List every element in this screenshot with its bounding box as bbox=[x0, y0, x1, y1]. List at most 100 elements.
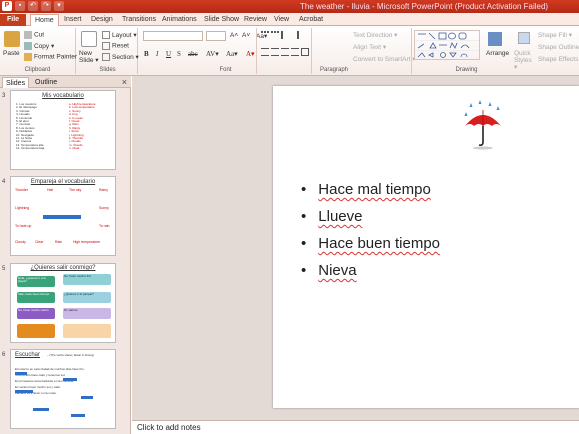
change-case-button[interactable]: Aa▾ bbox=[226, 50, 238, 58]
new-slide-icon[interactable] bbox=[81, 31, 97, 47]
underline-button[interactable]: U bbox=[166, 50, 171, 58]
word: Cloudy bbox=[15, 240, 26, 244]
font-color-button[interactable]: A▾ bbox=[246, 50, 255, 58]
word: The sky bbox=[69, 188, 82, 192]
strikethrough-button[interactable]: abc bbox=[188, 50, 198, 58]
paragraph-label: Paragraph bbox=[319, 67, 349, 73]
reset-button[interactable]: Reset bbox=[102, 42, 129, 50]
word: Clear bbox=[35, 240, 44, 244]
bold-button[interactable]: B bbox=[144, 50, 149, 58]
word: Rain bbox=[55, 240, 63, 244]
tab-slides[interactable]: Slides bbox=[2, 77, 30, 88]
clipboard-label: Clipboard bbox=[24, 67, 51, 73]
font-size-dropdown[interactable] bbox=[206, 31, 226, 41]
slides-label: Slides bbox=[99, 67, 116, 73]
arrange-icon[interactable] bbox=[488, 32, 504, 46]
slide-thumbnail-5[interactable]: ¿Quieres salir conmigo? Hola, ¿quieres i… bbox=[10, 263, 116, 343]
blank-box bbox=[81, 396, 93, 399]
tab-design[interactable]: Design bbox=[87, 14, 117, 26]
tab-insert[interactable]: Insert bbox=[60, 14, 86, 26]
answer-bar bbox=[43, 215, 81, 219]
arrange-shape-icon bbox=[488, 32, 502, 46]
shadow-button[interactable]: S bbox=[177, 50, 181, 58]
quick-styles-icon[interactable] bbox=[518, 32, 532, 44]
cut-label: Cut bbox=[34, 31, 45, 39]
shape-effects-button[interactable]: Shape Effects ▾ bbox=[538, 55, 579, 63]
notes-pane[interactable]: Click to add notes bbox=[132, 420, 579, 434]
shapes-icon bbox=[417, 32, 470, 58]
tab-review[interactable]: Review bbox=[240, 14, 271, 26]
section-icon bbox=[102, 53, 110, 62]
format-painter-button[interactable]: Format Painter bbox=[24, 53, 77, 61]
word: To heat up bbox=[15, 224, 32, 228]
paste-button[interactable]: Paste bbox=[3, 50, 20, 57]
undo-icon[interactable]: ↶ bbox=[28, 1, 38, 11]
arrange-button[interactable]: Arrange bbox=[486, 50, 509, 57]
justify-icon bbox=[291, 48, 299, 56]
word: Rainy bbox=[99, 188, 108, 192]
bullet-item[interactable]: Nieva bbox=[301, 257, 440, 284]
blank-box bbox=[15, 372, 27, 375]
slide-thumbnail-4[interactable]: Empareja el vocabulario Thunder Hail The… bbox=[10, 176, 116, 256]
copy-button[interactable]: Copy ▾ bbox=[24, 42, 54, 51]
bullet-list[interactable]: Hace mal tiempo Llueve Hace buen tiempo … bbox=[301, 176, 440, 284]
slide-thumbnail-6[interactable]: Escuchar – (The verbs Hacer, Estar in Do… bbox=[10, 349, 116, 429]
current-slide[interactable]: Hace mal tiempo Llueve Hace buen tiempo … bbox=[273, 86, 579, 408]
convert-smartart-button[interactable]: Convert to SmartArt ▾ bbox=[353, 55, 416, 63]
save-icon[interactable]: ▪ bbox=[15, 1, 25, 11]
slides-pane: Slides Outline × 3 Mis vocabulario 1. Lo… bbox=[0, 76, 131, 434]
format-painter-label: Format Painter bbox=[34, 53, 77, 61]
speech-bubble: Sí, vamos bbox=[63, 308, 111, 319]
tab-home[interactable]: Home bbox=[30, 14, 59, 26]
powerpoint-logo-icon: P bbox=[2, 1, 12, 11]
word: Sunny bbox=[99, 206, 109, 210]
italic-button[interactable]: I bbox=[156, 50, 158, 58]
align-buttons[interactable] bbox=[261, 48, 311, 56]
font-name-dropdown[interactable] bbox=[143, 31, 203, 41]
customize-qat-icon[interactable]: ▾ bbox=[54, 1, 64, 11]
grow-font-button[interactable]: A˄ bbox=[230, 32, 238, 39]
paste-icon[interactable] bbox=[4, 31, 20, 47]
word: Lightning bbox=[15, 206, 30, 210]
layout-icon bbox=[102, 31, 110, 40]
tab-animations[interactable]: Animations bbox=[158, 14, 201, 26]
text-direction-button[interactable]: Text Direction ▾ bbox=[353, 31, 397, 39]
drawing-label: Drawing bbox=[455, 67, 478, 73]
layout-label: Layout ▾ bbox=[112, 32, 137, 39]
new-slide-button[interactable]: New Slide ▾ bbox=[79, 50, 101, 64]
tab-view[interactable]: View bbox=[270, 14, 293, 26]
section-button[interactable]: Section ▾ bbox=[102, 53, 139, 62]
character-spacing-button[interactable]: AV▾ bbox=[206, 50, 219, 58]
shape-fill-button[interactable]: Shape Fill ▾ bbox=[538, 31, 572, 39]
layout-button[interactable]: Layout ▾ bbox=[102, 31, 137, 40]
bullet-text: Hace buen tiempo bbox=[318, 235, 441, 252]
tab-file[interactable]: File bbox=[0, 14, 26, 26]
scissors-icon bbox=[24, 31, 32, 39]
speech-bubble: No, hace mucho frío bbox=[63, 274, 111, 285]
bullet-item[interactable]: Hace buen tiempo bbox=[301, 230, 440, 257]
ribbon-tabs: File Home Insert Design Transitions Anim… bbox=[0, 13, 579, 26]
close-pane-icon[interactable]: × bbox=[122, 76, 127, 88]
thumb3-right-list: a. High temperature b. Low temperature c… bbox=[69, 102, 96, 151]
shape-outline-button[interactable]: Shape Outline ▾ bbox=[538, 43, 579, 51]
pane-tabs: Slides Outline × bbox=[0, 76, 131, 88]
tab-transitions[interactable]: Transitions bbox=[118, 14, 160, 26]
bullet-item[interactable]: Llueve bbox=[301, 203, 440, 230]
slide-thumbnail-3[interactable]: Mis vocabulario 1. Los nuestros 2. El re… bbox=[10, 90, 116, 170]
bullet-item[interactable]: Hace mal tiempo bbox=[301, 176, 440, 203]
shapes-gallery[interactable] bbox=[414, 30, 480, 60]
bullet-text: Nieva bbox=[318, 262, 357, 279]
shrink-font-button[interactable]: A˅ bbox=[242, 32, 250, 39]
tab-outline[interactable]: Outline bbox=[32, 77, 60, 88]
tab-slide-show[interactable]: Slide Show bbox=[200, 14, 243, 26]
bullets-button[interactable] bbox=[261, 31, 301, 39]
cut-button[interactable]: Cut bbox=[24, 31, 44, 39]
blank-box bbox=[15, 390, 33, 393]
list-item: n. Clear bbox=[69, 146, 80, 151]
speech-bubble: Hola, ¿quieres ir a la playa? bbox=[17, 276, 55, 287]
redo-icon[interactable]: ↷ bbox=[41, 1, 51, 11]
tab-acrobat[interactable]: Acrobat bbox=[295, 14, 327, 26]
outdent-icon bbox=[291, 31, 299, 39]
align-text-button[interactable]: Align Text ▾ bbox=[353, 43, 386, 51]
notes-placeholder[interactable]: Click to add notes bbox=[137, 423, 201, 432]
